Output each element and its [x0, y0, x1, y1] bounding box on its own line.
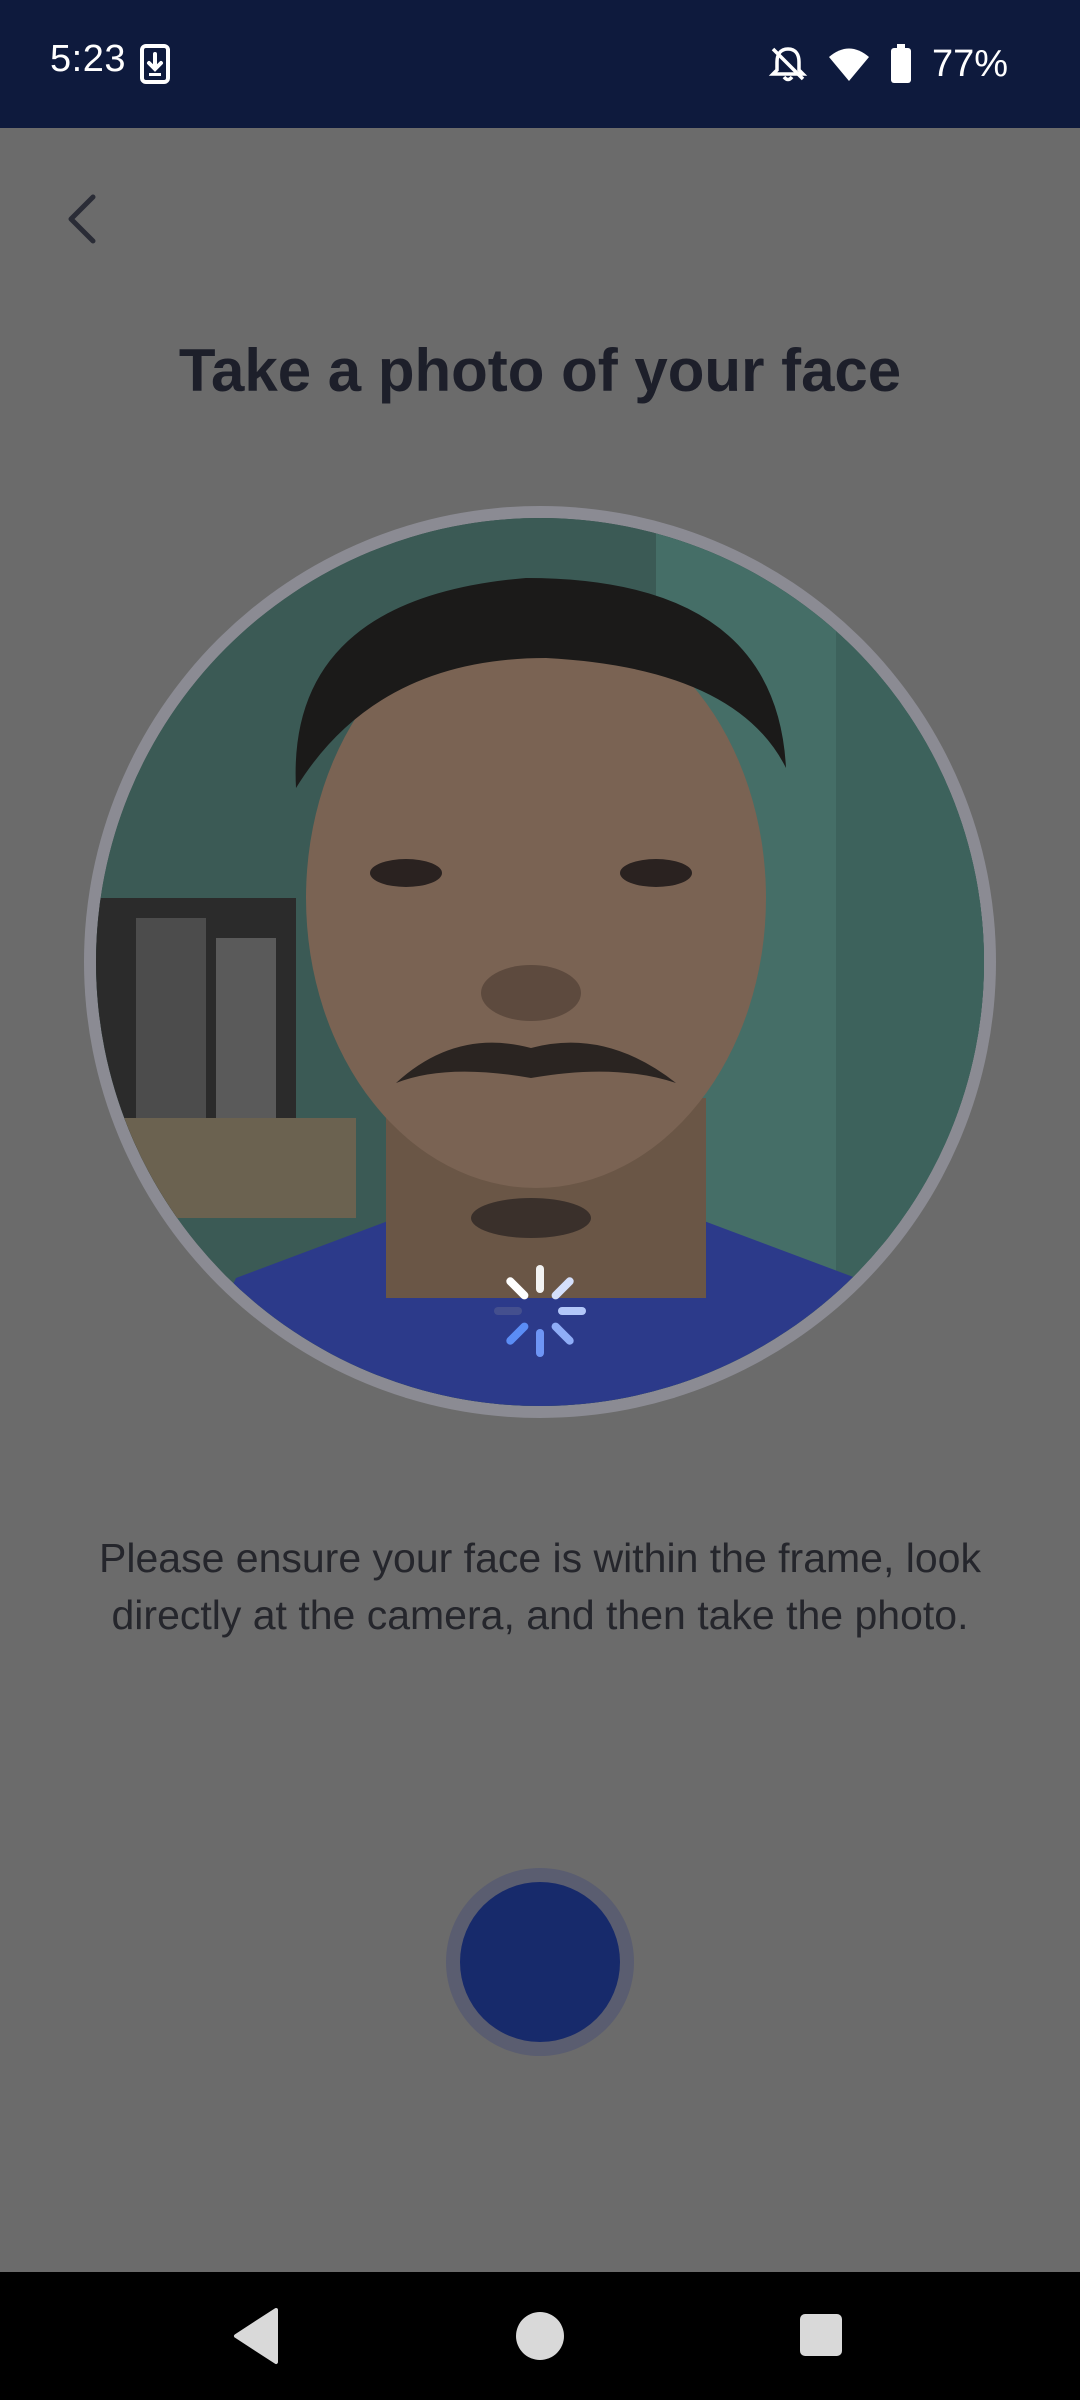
page-title: Take a photo of your face — [178, 337, 902, 404]
nav-recents-icon[interactable] — [800, 2314, 842, 2356]
loading-spinner-icon — [490, 1261, 590, 1361]
wifi-icon — [828, 46, 870, 82]
status-bar: 5:23 77% — [0, 0, 1080, 128]
navigation-bar — [0, 2272, 1080, 2400]
nav-back-icon[interactable] — [232, 2306, 280, 2366]
chevron-left-icon — [63, 193, 103, 250]
notifications-off-icon — [768, 44, 808, 84]
battery-percent: 77% — [931, 42, 1008, 85]
nav-home-icon[interactable] — [516, 2312, 564, 2360]
instructions-text: Please ensure your face is within the fr… — [99, 1535, 981, 1638]
status-time: 5:23 — [50, 38, 126, 80]
capture-button[interactable] — [446, 1868, 634, 2056]
download-icon — [140, 44, 170, 84]
shutter-button — [460, 1882, 620, 2042]
status-icons: 77% — [768, 38, 1008, 90]
back-button[interactable] — [50, 188, 116, 254]
battery-icon — [890, 44, 912, 84]
face-capture-screen: Take a photo of your face Please ensure … — [0, 128, 1080, 2272]
